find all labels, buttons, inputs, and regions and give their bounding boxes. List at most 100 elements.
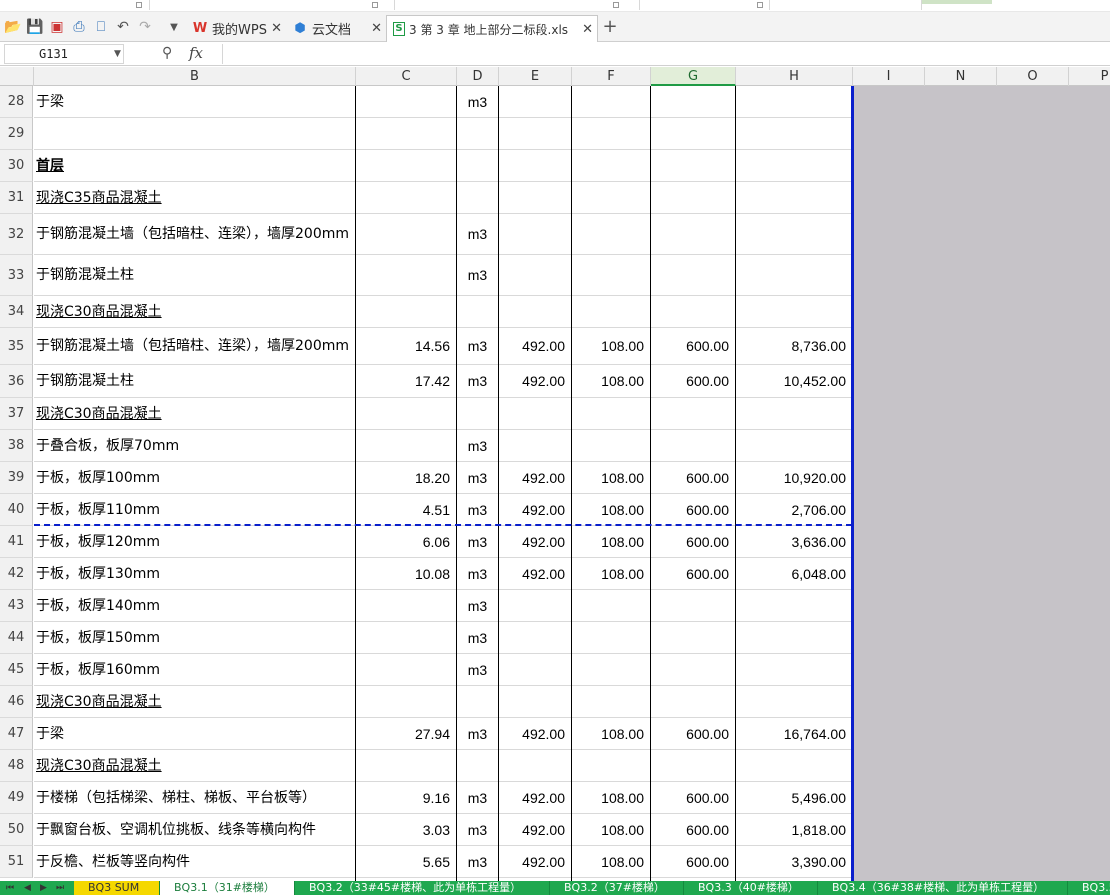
cell-rate-e[interactable] (499, 622, 571, 654)
next-sheet-icon[interactable]: ▶ (40, 883, 47, 893)
cell-quantity[interactable] (356, 654, 456, 686)
cell-description[interactable]: 于板，板厚100mm (34, 462, 355, 494)
cell-rate-e[interactable]: 492.00 (499, 782, 571, 814)
cell-amount[interactable] (736, 255, 852, 296)
select-all-corner[interactable] (0, 67, 34, 86)
cell-quantity[interactable]: 4.51 (356, 494, 456, 526)
name-box[interactable]: G131 (4, 44, 124, 64)
close-icon[interactable]: ✕ (582, 22, 593, 37)
cell-unit-price[interactable] (651, 86, 735, 118)
cell-quantity[interactable]: 18.20 (356, 462, 456, 494)
cell-unit-price[interactable]: 600.00 (651, 782, 735, 814)
formula-input[interactable] (222, 44, 1106, 64)
row-header[interactable]: 41 (0, 526, 33, 558)
row-header[interactable]: 44 (0, 622, 33, 654)
cell-amount[interactable] (736, 750, 852, 782)
sheet-tab[interactable]: BQ3.4（36#38#楼梯、此为单栋工程量） (818, 881, 1068, 895)
close-icon[interactable]: ✕ (271, 21, 282, 36)
cell-description[interactable]: 于叠合板，板厚70mm (34, 430, 355, 462)
cell-unit-price[interactable] (651, 182, 735, 214)
cell-quantity[interactable]: 6.06 (356, 526, 456, 558)
cell-unit-price[interactable] (651, 255, 735, 296)
row-header[interactable]: 29 (0, 118, 33, 150)
cell-quantity[interactable]: 3.03 (356, 814, 456, 846)
cell-rate-e[interactable] (499, 654, 571, 686)
column-header[interactable]: N (925, 67, 997, 86)
cell-rate-f[interactable]: 108.00 (572, 328, 650, 365)
cell-amount[interactable]: 1,818.00 (736, 814, 852, 846)
row-header[interactable]: 49 (0, 782, 33, 814)
cell-description[interactable]: 于板，板厚150mm (34, 622, 355, 654)
last-sheet-icon[interactable]: ⏭ (56, 883, 64, 893)
cell-rate-f[interactable] (572, 214, 650, 255)
cell-unit[interactable] (457, 296, 498, 328)
column-header[interactable]: C (356, 67, 457, 86)
cell-unit-price[interactable]: 600.00 (651, 558, 735, 590)
cell-unit[interactable]: m3 (457, 494, 498, 526)
cell-quantity[interactable] (356, 182, 456, 214)
cell-unit[interactable] (457, 150, 498, 182)
export-pdf-icon[interactable]: ▣ (48, 18, 66, 36)
column-header[interactable]: D (457, 67, 499, 86)
row-header[interactable]: 37 (0, 398, 33, 430)
cell-rate-e[interactable]: 492.00 (499, 462, 571, 494)
cell-unit-price[interactable]: 600.00 (651, 846, 735, 878)
row-header[interactable]: 34 (0, 296, 33, 328)
first-sheet-icon[interactable]: ⏮ (6, 883, 14, 893)
row-header[interactable]: 33 (0, 255, 33, 296)
cell-rate-e[interactable] (499, 118, 571, 150)
cell-unit-price[interactable]: 600.00 (651, 494, 735, 526)
column-header[interactable]: P (1069, 67, 1110, 86)
column-header-selected[interactable]: G (651, 67, 736, 86)
cell-description[interactable]: 于板，板厚160mm (34, 654, 355, 686)
print-icon[interactable]: ⎙ (70, 18, 88, 36)
cell-rate-f[interactable]: 108.00 (572, 494, 650, 526)
cell-unit[interactable]: m3 (457, 654, 498, 686)
cell-amount[interactable] (736, 86, 852, 118)
cell-description[interactable]: 于板，板厚120mm (34, 526, 355, 558)
row-header[interactable]: 42 (0, 558, 33, 590)
cell-rate-f[interactable] (572, 296, 650, 328)
cell-rate-e[interactable] (499, 86, 571, 118)
cell-rate-f[interactable]: 108.00 (572, 462, 650, 494)
cell-quantity[interactable]: 5.65 (356, 846, 456, 878)
cell-quantity[interactable] (356, 255, 456, 296)
cell-unit[interactable]: m3 (457, 846, 498, 878)
cell-description[interactable]: 于钢筋混凝土墙（包括暗柱、连梁），墙厚200mm (34, 328, 355, 365)
cell-rate-e[interactable] (499, 590, 571, 622)
cell-amount[interactable] (736, 590, 852, 622)
cell-amount[interactable]: 3,390.00 (736, 846, 852, 878)
cell-description[interactable]: 现浇C30商品混凝土 (34, 750, 355, 782)
row-header[interactable]: 51 (0, 846, 33, 878)
cell-rate-f[interactable]: 108.00 (572, 558, 650, 590)
cell-description[interactable]: 于板，板厚130mm (34, 558, 355, 590)
cell-description[interactable]: 于梁 (34, 718, 355, 750)
tab-spreadsheet-file[interactable]: S 3 第 3 章 地上部分二标段.xls ✕ (386, 15, 598, 42)
cell-unit-price[interactable]: 600.00 (651, 365, 735, 398)
cell-rate-e[interactable]: 492.00 (499, 846, 571, 878)
undo-icon[interactable]: ↶ (114, 18, 132, 36)
column-header[interactable]: B (34, 67, 356, 86)
cell-unit-price[interactable] (651, 654, 735, 686)
cell-unit[interactable] (457, 750, 498, 782)
cell-rate-f[interactable]: 108.00 (572, 814, 650, 846)
cell-unit-price[interactable]: 600.00 (651, 462, 735, 494)
cell-quantity[interactable] (356, 150, 456, 182)
row-header[interactable]: 30 (0, 150, 33, 182)
cell-rate-f[interactable] (572, 622, 650, 654)
cell-rate-f[interactable] (572, 118, 650, 150)
column-header[interactable]: H (736, 67, 853, 86)
cell-quantity[interactable] (356, 214, 456, 255)
row-header[interactable]: 40 (0, 494, 33, 526)
cell-unit-price[interactable]: 600.00 (651, 814, 735, 846)
cell-unit[interactable]: m3 (457, 590, 498, 622)
cell-rate-f[interactable] (572, 86, 650, 118)
cell-rate-f[interactable] (572, 590, 650, 622)
cell-rate-e[interactable] (499, 214, 571, 255)
cell-quantity[interactable] (356, 430, 456, 462)
cell-rate-e[interactable]: 492.00 (499, 328, 571, 365)
cell-description[interactable]: 于板，板厚140mm (34, 590, 355, 622)
cell-description[interactable]: 首层 (34, 150, 355, 182)
cell-amount[interactable]: 8,736.00 (736, 328, 852, 365)
cell-amount[interactable]: 16,764.00 (736, 718, 852, 750)
